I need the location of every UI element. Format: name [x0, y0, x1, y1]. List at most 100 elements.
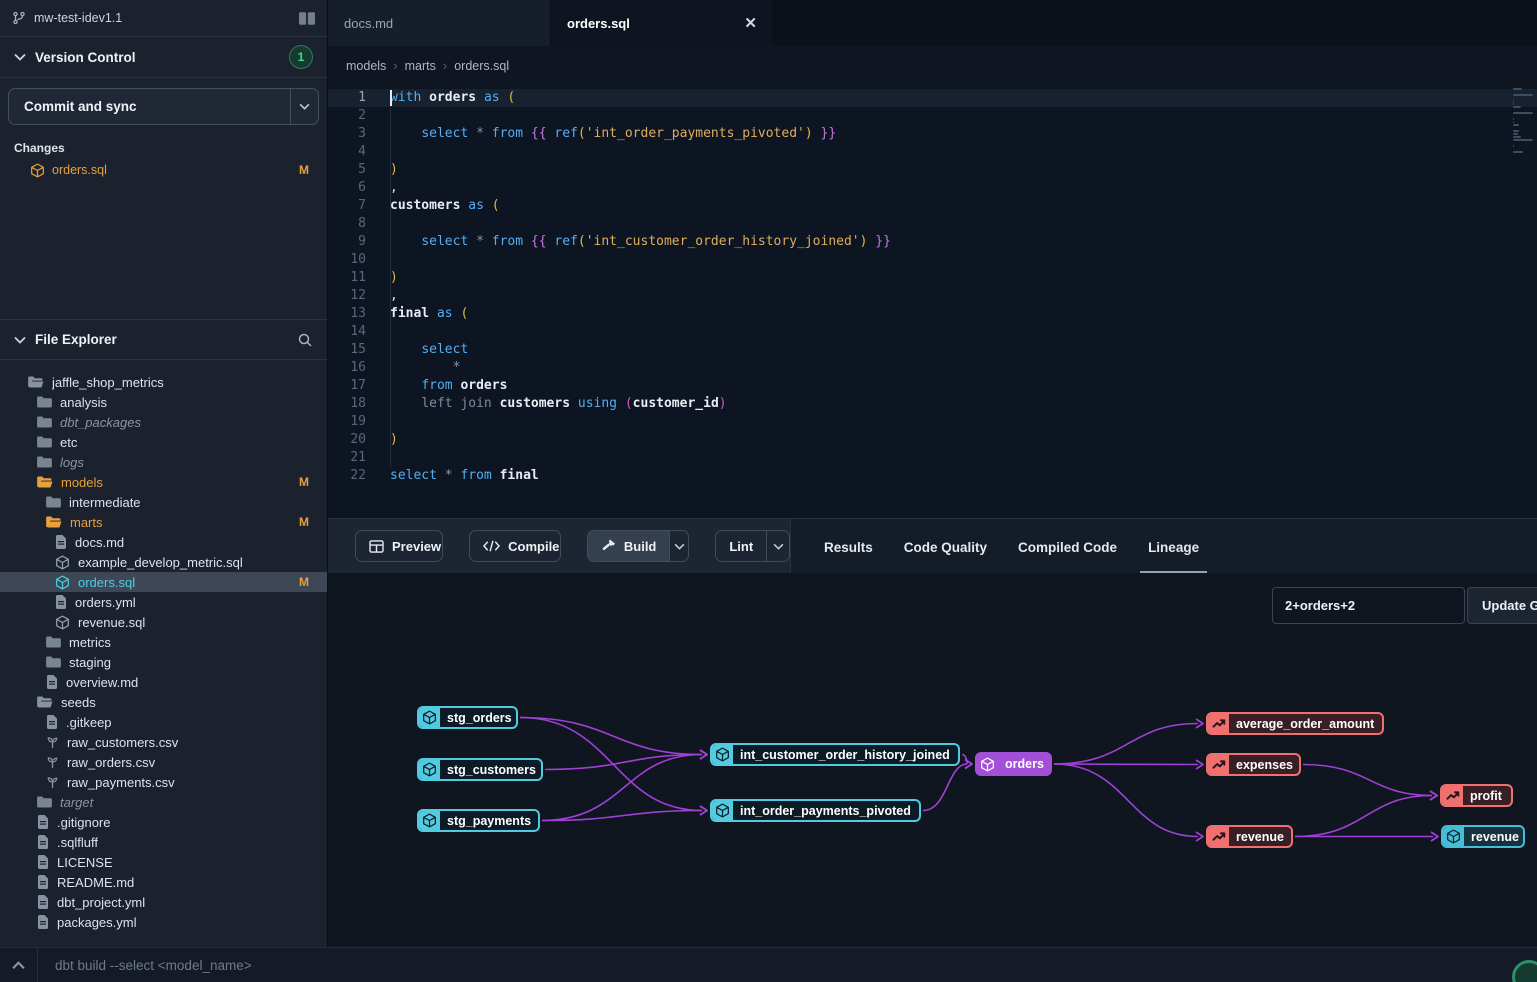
version-control-header[interactable]: Version Control 1	[0, 37, 327, 78]
split-view-icon[interactable]	[299, 12, 315, 25]
file-tree-item-orders-sql[interactable]: orders.sqlM	[0, 572, 327, 592]
file-tree-item--gitignore[interactable]: .gitignore	[0, 812, 327, 832]
code-line-17[interactable]: 17 from orders	[328, 377, 1537, 395]
node-label: expenses	[1229, 755, 1301, 774]
file-tree-item--sqlfluff[interactable]: .sqlfluff	[0, 832, 327, 852]
lineage-node-orders[interactable]: orders	[975, 752, 1052, 776]
button-label: Preview	[392, 539, 441, 554]
tab-compiled-code[interactable]: Compiled Code	[1018, 540, 1117, 573]
lineage-node-revenue_metric[interactable]: revenue	[1206, 825, 1293, 848]
file-tree-item-target[interactable]: target	[0, 792, 327, 812]
code-line-20[interactable]: 20)	[328, 431, 1537, 449]
lineage-node-int_customer_order_history_joined[interactable]: int_customer_order_history_joined	[710, 743, 960, 766]
lineage-node-expenses[interactable]: expenses	[1206, 753, 1301, 776]
preview-button[interactable]: Preview	[355, 530, 443, 562]
code-line-19[interactable]: 19	[328, 413, 1537, 431]
file-tree-item-dbt-packages[interactable]: dbt_packages	[0, 412, 327, 432]
minimap[interactable]	[1511, 87, 1535, 153]
file-tree-item-raw-payments-csv[interactable]: raw_payments.csv	[0, 772, 327, 792]
editor-tab-docs-md[interactable]: docs.md	[328, 0, 551, 46]
editor-pane: docs.mdorders.sql✕ models›marts›orders.s…	[328, 0, 1537, 518]
code-line-18[interactable]: 18 left join customers using (customer_i…	[328, 395, 1537, 413]
breadcrumb-item[interactable]: marts	[405, 59, 436, 73]
code-line-13[interactable]: 13final as (	[328, 305, 1537, 323]
code-line-11[interactable]: 11)	[328, 269, 1537, 287]
commit-and-sync-button[interactable]: Commit and sync	[8, 88, 319, 125]
file-tree-item-metrics[interactable]: metrics	[0, 632, 327, 652]
lineage-node-int_order_payments_pivoted[interactable]: int_order_payments_pivoted	[710, 799, 921, 822]
lineage-node-stg_orders[interactable]: stg_orders	[417, 706, 518, 729]
file-tree-item-dbt-project-yml[interactable]: dbt_project.yml	[0, 892, 327, 912]
tab-lineage[interactable]: Lineage	[1148, 540, 1199, 573]
node-label: profit	[1463, 786, 1510, 805]
code-line-21[interactable]: 21	[328, 449, 1537, 467]
changed-file-row[interactable]: orders.sql M	[0, 159, 327, 181]
code-line-6[interactable]: 6,	[328, 179, 1537, 197]
lineage-node-profit[interactable]: profit	[1440, 784, 1513, 807]
lineage-node-stg_payments[interactable]: stg_payments	[417, 809, 540, 832]
tab-label: orders.sql	[567, 16, 744, 31]
file-tree-item-license[interactable]: LICENSE	[0, 852, 327, 872]
file-tree-item--gitkeep[interactable]: .gitkeep	[0, 712, 327, 732]
lineage-node-revenue_model[interactable]: revenue	[1441, 825, 1525, 848]
update-graph-button[interactable]: Update Graph	[1467, 587, 1537, 624]
lineage-node-stg_customers[interactable]: stg_customers	[417, 758, 543, 781]
lineage-node-average_order_amount[interactable]: average_order_amount	[1206, 712, 1384, 735]
code-editor[interactable]: 1with orders as (23 select * from {{ ref…	[328, 85, 1537, 518]
code-line-2[interactable]: 2	[328, 107, 1537, 125]
file-tree-item-logs[interactable]: logs	[0, 452, 327, 472]
editor-tab-orders-sql[interactable]: orders.sql✕	[551, 0, 774, 46]
search-icon[interactable]	[297, 332, 313, 348]
code-line-7[interactable]: 7customers as (	[328, 197, 1537, 215]
file-tree-item-example-develop-metric-sql[interactable]: example_develop_metric.sql	[0, 552, 327, 572]
tab-code-quality[interactable]: Code Quality	[904, 540, 987, 573]
file-tree-item-orders-yml[interactable]: orders.yml	[0, 592, 327, 612]
code-line-15[interactable]: 15 select	[328, 341, 1537, 359]
code-line-10[interactable]: 10	[328, 251, 1537, 269]
close-icon[interactable]: ✕	[744, 14, 757, 32]
lint-button[interactable]: Lint	[715, 530, 790, 562]
code-line-22[interactable]: 22select * from final	[328, 467, 1537, 485]
code-line-8[interactable]: 8	[328, 215, 1537, 233]
code-line-5[interactable]: 5)	[328, 161, 1537, 179]
folder-icon	[37, 796, 52, 808]
file-tree-item-packages-yml[interactable]: packages.yml	[0, 912, 327, 932]
compile-button[interactable]: Compile	[469, 530, 561, 562]
file-tree-item-marts[interactable]: martsM	[0, 512, 327, 532]
code-line-4[interactable]: 4	[328, 143, 1537, 161]
file-icon	[46, 675, 58, 689]
file-tree-item-revenue-sql[interactable]: revenue.sql	[0, 612, 327, 632]
file-tree-item-raw-customers-csv[interactable]: raw_customers.csv	[0, 732, 327, 752]
file-tree-item-seeds[interactable]: seeds	[0, 692, 327, 712]
breadcrumb-item[interactable]: orders.sql	[454, 59, 509, 73]
code-line-12[interactable]: 12,	[328, 287, 1537, 305]
file-tree-item-jaffle-shop-metrics[interactable]: jaffle_shop_metrics	[0, 372, 327, 392]
file-tree-item-staging[interactable]: staging	[0, 652, 327, 672]
file-tree-item-etc[interactable]: etc	[0, 432, 327, 452]
code-line-9[interactable]: 9 select * from {{ ref('int_customer_ord…	[328, 233, 1537, 251]
file-tree-item-analysis[interactable]: analysis	[0, 392, 327, 412]
command-input[interactable]	[38, 958, 1537, 973]
chevron-up-icon[interactable]	[0, 948, 38, 982]
lint-options-caret[interactable]	[766, 531, 789, 561]
file-name: .sqlfluff	[57, 835, 309, 850]
lineage-selector-input[interactable]	[1272, 587, 1465, 624]
commit-options-caret[interactable]	[290, 89, 318, 124]
code-line-16[interactable]: 16 *	[328, 359, 1537, 377]
file-tree-item-intermediate[interactable]: intermediate	[0, 492, 327, 512]
tab-results[interactable]: Results	[824, 540, 873, 573]
file-tree-item-raw-orders-csv[interactable]: raw_orders.csv	[0, 752, 327, 772]
build-button[interactable]: Build	[587, 530, 689, 562]
line-number: 2	[328, 107, 366, 125]
file-explorer-header[interactable]: File Explorer	[0, 319, 327, 360]
code-line-1[interactable]: 1with orders as (	[328, 89, 1537, 107]
build-options-caret[interactable]	[669, 531, 688, 561]
line-number: 14	[328, 323, 366, 341]
file-tree-item-docs-md[interactable]: docs.md	[0, 532, 327, 552]
code-line-3[interactable]: 3 select * from {{ ref('int_order_paymen…	[328, 125, 1537, 143]
file-tree-item-models[interactable]: modelsM	[0, 472, 327, 492]
file-tree-item-overview-md[interactable]: overview.md	[0, 672, 327, 692]
code-line-14[interactable]: 14	[328, 323, 1537, 341]
breadcrumb-item[interactable]: models	[346, 59, 386, 73]
file-tree-item-readme-md[interactable]: README.md	[0, 872, 327, 892]
